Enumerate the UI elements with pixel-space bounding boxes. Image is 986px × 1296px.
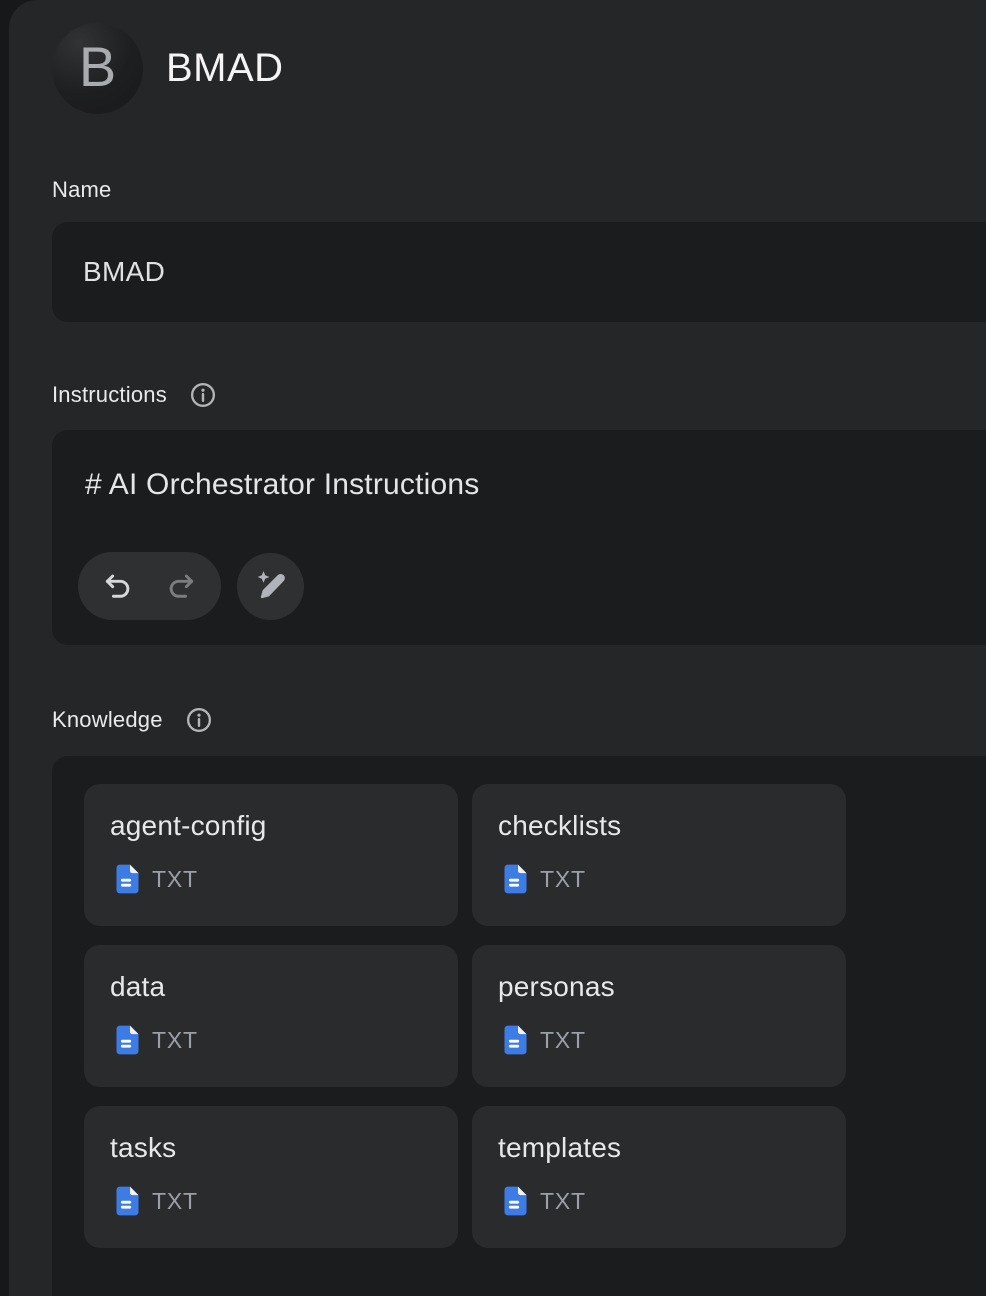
undo-icon [102, 570, 134, 602]
file-name: personas [498, 971, 615, 1003]
txt-document-icon [116, 1025, 139, 1055]
redo-icon [165, 570, 197, 602]
avatar-letter: B [79, 39, 116, 95]
instructions-text: # AI Orchestrator Instructions [85, 468, 480, 502]
txt-document-icon [116, 1186, 139, 1216]
knowledge-label: Knowledge [52, 707, 163, 733]
page-title: BMAD [166, 46, 284, 91]
file-type-row: TXT [116, 864, 198, 894]
knowledge-file-card[interactable]: checklists TXT [472, 784, 846, 926]
redo-button[interactable] [159, 564, 203, 608]
file-name: data [110, 971, 165, 1003]
file-type-row: TXT [504, 1025, 586, 1055]
magic-rewrite-pencil-icon [253, 568, 289, 604]
gem-editor-panel: B BMAD Name BMAD Instructions # AI Orche… [9, 0, 986, 1296]
file-type-label: TXT [152, 1188, 198, 1215]
instructions-editor[interactable]: # AI Orchestrator Instructions [52, 430, 986, 645]
gem-header: B BMAD [52, 23, 284, 114]
knowledge-file-card[interactable]: personas TXT [472, 945, 846, 1087]
file-type-label: TXT [540, 1188, 586, 1215]
knowledge-file-card[interactable]: agent-config TXT [84, 784, 458, 926]
file-type-row: TXT [504, 864, 586, 894]
gem-editor-screen: B BMAD Name BMAD Instructions # AI Orche… [0, 0, 986, 1296]
knowledge-files-container: agent-config TXT checklists [52, 756, 986, 1296]
name-label: Name [52, 177, 112, 203]
file-type-label: TXT [540, 1027, 586, 1054]
knowledge-file-card[interactable]: data TXT [84, 945, 458, 1087]
txt-document-icon [504, 1025, 527, 1055]
info-icon[interactable] [189, 381, 217, 409]
file-type-label: TXT [540, 866, 586, 893]
txt-document-icon [504, 864, 527, 894]
file-name: checklists [498, 810, 621, 842]
knowledge-files-grid: agent-config TXT checklists [84, 784, 846, 1248]
instructions-label: Instructions [52, 382, 167, 408]
file-type-row: TXT [116, 1186, 198, 1216]
rewrite-instructions-button[interactable] [237, 553, 304, 620]
knowledge-label-row: Knowledge [52, 706, 213, 734]
txt-document-icon [504, 1186, 527, 1216]
file-type-label: TXT [152, 1027, 198, 1054]
file-type-row: TXT [116, 1025, 198, 1055]
name-label-row: Name [52, 177, 112, 203]
undo-redo-group [78, 552, 221, 620]
instructions-label-row: Instructions [52, 381, 217, 409]
knowledge-file-card[interactable]: templates TXT [472, 1106, 846, 1248]
file-name: tasks [110, 1132, 176, 1164]
info-icon[interactable] [185, 706, 213, 734]
undo-button[interactable] [96, 564, 140, 608]
name-input-value: BMAD [83, 256, 165, 288]
instructions-toolbar [78, 552, 304, 620]
gem-avatar: B [52, 23, 143, 114]
file-name: agent-config [110, 810, 267, 842]
knowledge-file-card[interactable]: tasks TXT [84, 1106, 458, 1248]
name-input[interactable]: BMAD [52, 222, 986, 322]
txt-document-icon [116, 864, 139, 894]
file-type-label: TXT [152, 866, 198, 893]
file-name: templates [498, 1132, 621, 1164]
file-type-row: TXT [504, 1186, 586, 1216]
